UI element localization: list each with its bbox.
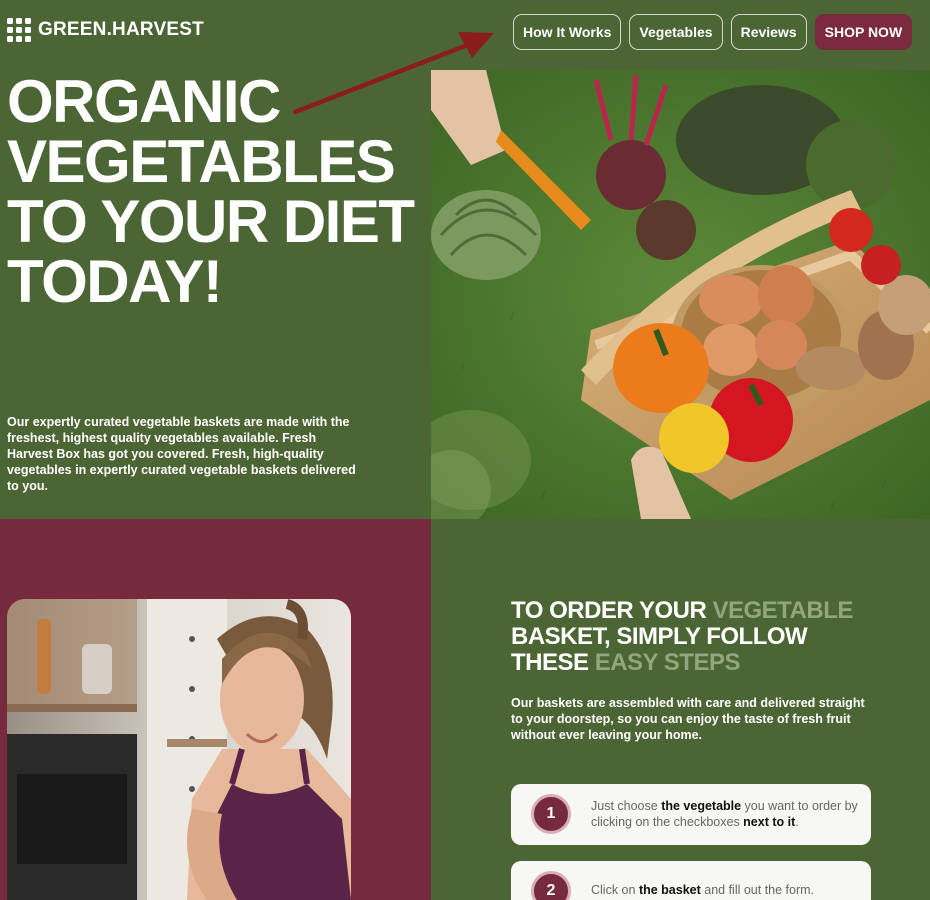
- hero-vegetable-basket-image: [431, 70, 930, 519]
- hero-title-line: TO YOUR DIET: [7, 188, 415, 255]
- hero-description: Our expertly curated vegetable baskets a…: [7, 415, 356, 493]
- steps-description: Our baskets are assembled with care and …: [511, 696, 865, 742]
- steps-title-part: TO ORDER YOUR: [511, 597, 713, 624]
- brand-name: GREEN.HARVEST: [38, 19, 204, 40]
- step-text: Just choose the vegetable you want to or…: [591, 798, 861, 830]
- steps-title-highlight: EASY STEPS: [594, 649, 741, 676]
- step-text-bold: next to it: [743, 815, 796, 829]
- step-text-part: and fill out the form.: [700, 883, 815, 897]
- step-card: 2 Click on the basket and fill out the f…: [511, 861, 871, 900]
- hero-title-line: VEGETABLES: [7, 128, 396, 195]
- nav-how-it-works[interactable]: How It Works: [513, 14, 622, 50]
- step-text-part: .: [795, 815, 799, 829]
- shop-now-button[interactable]: SHOP NOW: [814, 14, 913, 50]
- main-nav: How It Works Vegetables Reviews SHOP NOW: [513, 14, 913, 50]
- steps-title: TO ORDER YOUR VEGETABLE BASKET, SIMPLY F…: [511, 598, 871, 676]
- step-text-bold: the basket: [638, 883, 701, 897]
- step-text: Click on the basket and fill out the for…: [591, 882, 861, 898]
- site-header: GREEN.HARVEST How It Works Vegetables Re…: [0, 0, 930, 70]
- hero-title: ORGANIC VEGETABLES TO YOUR DIET TODAY!: [7, 72, 417, 312]
- step-card: 1 Just choose the vegetable you want to …: [511, 784, 871, 845]
- brand-logo[interactable]: GREEN.HARVEST: [7, 18, 204, 42]
- step-text-part: Click on: [591, 883, 639, 897]
- steps-title-highlight: VEGETABLE: [712, 597, 853, 624]
- hero-title-line: ORGANIC: [7, 68, 281, 135]
- step-number-badge: 1: [531, 794, 571, 834]
- woman-cooking-image: [7, 599, 351, 900]
- step-text-part: Just choose: [591, 799, 662, 813]
- nav-vegetables[interactable]: Vegetables: [629, 14, 723, 50]
- step-number-badge: 2: [531, 871, 571, 900]
- hero-title-line: TODAY!: [7, 248, 223, 315]
- nav-reviews[interactable]: Reviews: [730, 14, 807, 50]
- logo-grid-icon: [7, 18, 31, 42]
- step-text-bold: the vegetable: [661, 799, 742, 813]
